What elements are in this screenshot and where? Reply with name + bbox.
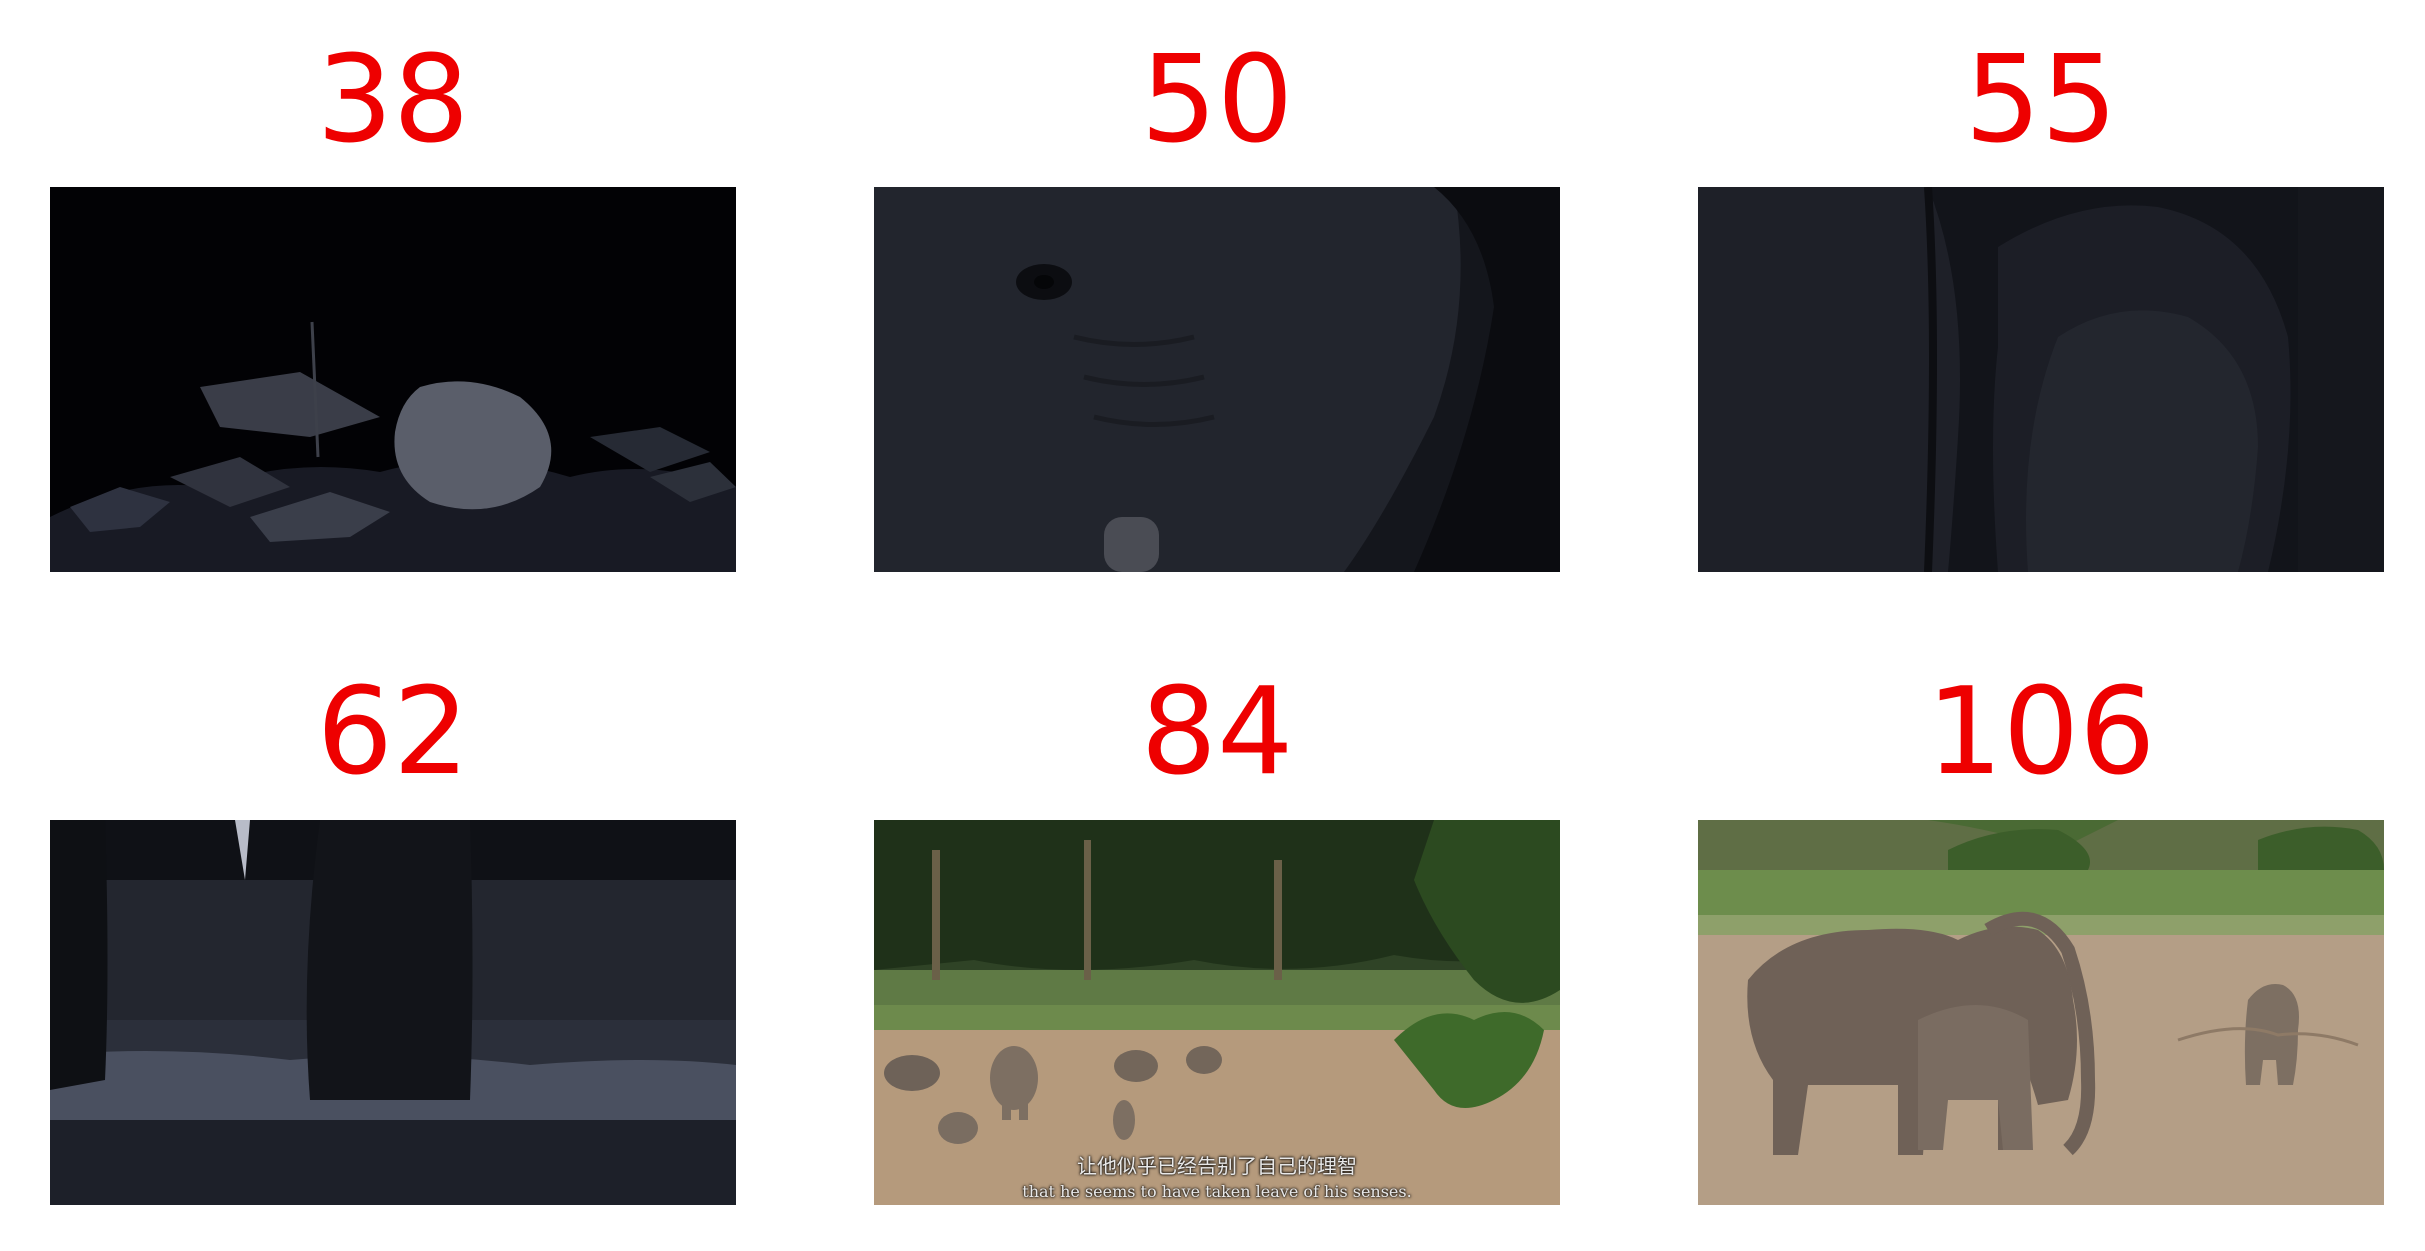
frame-thumbnail	[50, 820, 736, 1205]
frame-thumbnail	[1698, 820, 2384, 1205]
subtitle-chinese: 让他似乎已经告别了自己的理智	[1077, 1154, 1357, 1178]
dark-elephants-image	[1698, 187, 2384, 572]
frame-number-label: 50	[1140, 31, 1294, 170]
elephant-face-closeup-image	[874, 187, 1560, 572]
night-forest-floor-image	[50, 187, 736, 572]
frame-number-label: 106	[1926, 663, 2156, 802]
elephants-herd-image	[1698, 820, 2384, 1205]
elephant-legs-mud-image	[50, 820, 736, 1205]
frame-number-label: 62	[316, 663, 470, 802]
frame-number-label: 55	[1964, 31, 2118, 170]
frame-number-label: 84	[1140, 663, 1294, 802]
frame-thumbnail	[874, 187, 1560, 572]
subtitle-english: that he seems to have taken leave of his…	[1022, 1182, 1412, 1201]
frame-thumbnail	[50, 187, 736, 572]
frame-thumbnail: 让他似乎已经告别了自己的理智 that he seems to have tak…	[874, 820, 1560, 1205]
elephants-clearing-image	[874, 820, 1560, 1205]
frame-thumbnail	[1698, 187, 2384, 572]
frame-number-label: 38	[316, 31, 470, 170]
